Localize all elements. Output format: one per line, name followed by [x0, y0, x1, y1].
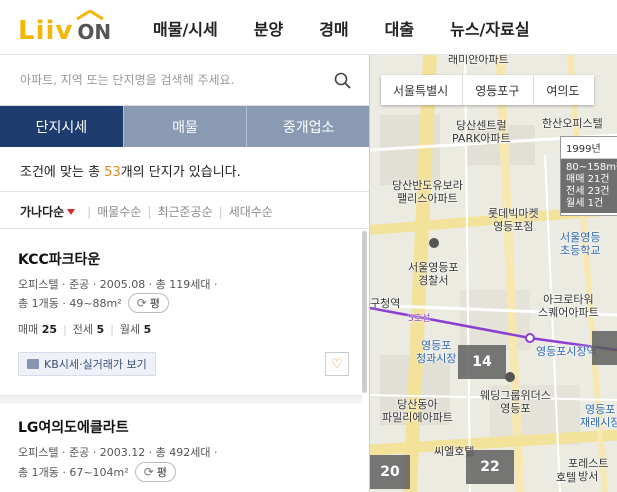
breadcrumb-neighborhood[interactable]: 여의도	[534, 75, 593, 105]
complex-area: 총 1개동 · 49~88m²	[18, 297, 122, 310]
kb-chart-icon	[27, 359, 39, 369]
map-label: 롯데빅마켓 영등포점	[488, 207, 539, 233]
map-label: 영등포 재래시장	[580, 403, 617, 429]
kb-price-button[interactable]: KB시세·실거래가 보기	[18, 352, 156, 376]
tab-complex-prices[interactable]: 단지시세	[0, 106, 123, 147]
nav-auction[interactable]: 경매	[319, 16, 348, 40]
pyeong-toggle-button[interactable]: ⟳ 평	[127, 293, 169, 313]
sort-household-count[interactable]: 세대수순	[229, 203, 273, 220]
map-label: 래미안아파트	[448, 55, 509, 66]
nav-loan[interactable]: 대출	[385, 16, 414, 40]
sort-bar: 가나다순 | 매물수순 | 최근준공순 | 세대수순	[0, 191, 369, 229]
nav-listings-prices[interactable]: 매물/시세	[153, 16, 218, 40]
map-cluster-marker[interactable]: 22	[466, 450, 514, 484]
deal-counts: 매매 25 | 전세 5 | 월세 5	[18, 322, 152, 337]
map-label: 아크로타워 스퀘어아파트	[538, 293, 599, 319]
logo-liiv-text: Liiv	[18, 16, 74, 46]
search-bar	[0, 55, 369, 106]
map-label: 5호선	[408, 314, 431, 324]
map-label: 구청역	[370, 297, 401, 310]
top-header: Liiv ON 매물/시세 분양 경매 대출 뉴스/자료실	[0, 0, 617, 55]
complex-name[interactable]: KCC파크타운	[18, 249, 100, 269]
map-label: 한산오피스텔	[542, 117, 603, 130]
list-item[interactable]: KCC파크타운 오피스텔 · 준공 · 2005.08 · 총 119세대 · …	[0, 231, 362, 401]
pyeong-toggle-button[interactable]: ⟳ 평	[134, 462, 176, 482]
info-monthly: 월세 1건	[566, 198, 604, 209]
map-label: 당산동아 파밀리에아파트	[382, 398, 453, 424]
map-cluster-marker[interactable]: 20	[370, 455, 410, 489]
left-panel: 단지시세 매물 중개업소 조건에 맞는 총 53개의 단지가 있습니다. 가나다…	[0, 55, 370, 492]
list-scrollbar[interactable]	[362, 231, 367, 393]
result-summary: 조건에 맞는 총 53개의 단지가 있습니다.	[20, 165, 241, 180]
info-sale: 매매 21건	[566, 174, 610, 185]
map-label: 영등포 청과시장	[416, 339, 457, 365]
map-label: 당산반도유보라 팰리스아파트	[392, 179, 463, 205]
tab-listings[interactable]: 매물	[122, 106, 247, 147]
sort-alphabetical[interactable]: 가나다순	[20, 203, 64, 220]
info-jeonse: 전세 23건	[566, 186, 610, 197]
refresh-icon: ⟳	[136, 296, 147, 310]
result-count: 53	[104, 165, 121, 180]
complex-name[interactable]: LG여의도에클라트	[18, 417, 129, 437]
complex-info: 오피스텔 · 준공 · 2005.08 · 총 119세대 ·	[18, 278, 218, 291]
breadcrumb-city[interactable]: 서울특별시	[381, 75, 464, 105]
complex-info: 오피스텔 · 준공 · 2003.12 · 총 492세대 ·	[18, 446, 218, 459]
list-item[interactable]: LG여의도에클라트 오피스텔 · 준공 · 2003.12 · 총 492세대 …	[0, 403, 362, 492]
map-cluster-marker[interactable]	[592, 331, 617, 365]
sort-listing-count[interactable]: 매물수순	[97, 203, 141, 220]
list-divider	[0, 395, 362, 403]
complex-area: 총 1개동 · 67~104m²	[18, 466, 129, 479]
liiv-on-logo[interactable]: Liiv ON	[18, 8, 111, 46]
search-input[interactable]	[20, 69, 320, 91]
sort-recent-completion[interactable]: 최근준공순	[157, 203, 212, 220]
caret-down-icon	[67, 208, 76, 215]
map-label: 서울영등 초등학교	[560, 231, 601, 257]
map-area[interactable]: 서울특별시 영등포구 여의도 래미안아파트 당산센트럴 PARK아파트 한산오피…	[370, 55, 617, 492]
list-tabs: 단지시세 매물 중개업소	[0, 106, 369, 147]
nav-presale[interactable]: 분양	[254, 16, 283, 40]
logo-on-text: ON	[76, 10, 111, 46]
breadcrumb-district[interactable]: 영등포구	[463, 75, 535, 105]
favorite-heart-icon[interactable]: ♡	[325, 352, 349, 376]
main-nav: 매물/시세 분양 경매 대출 뉴스/자료실	[153, 0, 566, 55]
map-label: 서울영등포 경찰서	[408, 261, 459, 287]
house-roof-icon	[76, 10, 105, 20]
map-label: 호텔	[556, 471, 577, 484]
map-cluster-marker[interactable]: 14	[458, 345, 506, 379]
map-breadcrumb: 서울특별시 영등포구 여의도	[381, 75, 594, 105]
info-year: 1999년	[561, 137, 617, 159]
search-icon[interactable]	[333, 71, 353, 91]
map-label: 당산센트럴 PARK아파트	[452, 119, 511, 145]
info-area: 80~158m²	[566, 162, 617, 173]
refresh-icon: ⟳	[143, 465, 154, 479]
map-label: 영등포시장역	[536, 345, 597, 358]
nav-news[interactable]: 뉴스/자료실	[450, 16, 529, 40]
tab-agencies[interactable]: 중개업소	[246, 106, 369, 147]
map-label: 웨딩그룹위더스 영등포	[480, 389, 551, 415]
complex-info-popup[interactable]: 1999년 80~158m² 매매 21건 전세 23건 월세 1건	[560, 136, 617, 216]
